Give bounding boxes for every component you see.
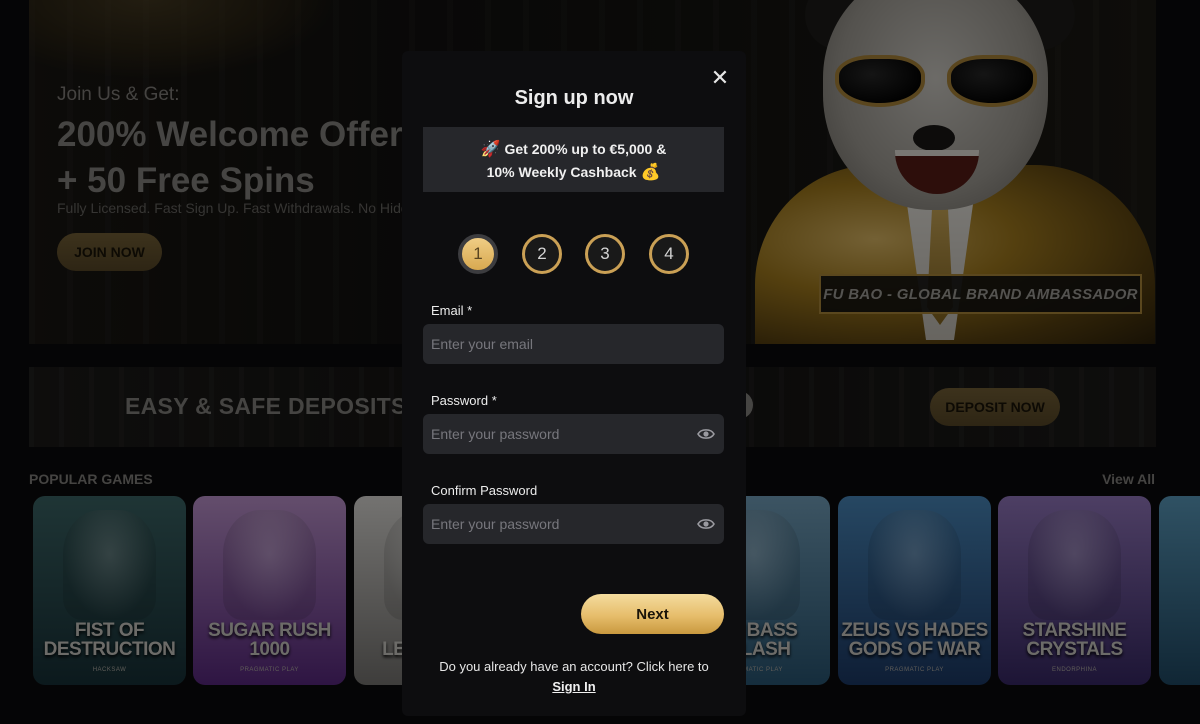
step-indicator: 1 2 3 4 [458, 234, 690, 274]
password-field-container [423, 414, 724, 454]
confirm-password-label: Confirm Password [431, 483, 538, 498]
promo-banner: 🚀 Get 200% up to €5,000 & 10% Weekly Cas… [423, 127, 724, 192]
email-field-container [423, 324, 724, 364]
step-3: 3 [585, 234, 625, 274]
step-2: 2 [522, 234, 562, 274]
close-icon[interactable]: ✕ [709, 67, 731, 89]
eye-icon[interactable] [697, 427, 715, 441]
eye-icon[interactable] [697, 517, 715, 531]
email-label: Email * [431, 303, 473, 318]
email-field[interactable] [423, 324, 724, 364]
account-prompt: Do you already have an account? Click he… [439, 659, 709, 674]
step-4: 4 [649, 234, 689, 274]
confirm-password-field[interactable] [423, 504, 724, 544]
promo-text-1: Get 200% up to €5,000 & [504, 141, 667, 157]
promo-text-2: 10% Weekly Cashback [486, 164, 637, 180]
step-1: 1 [458, 234, 498, 274]
casino-page: Join Us & Get: 200% Welcome Offer + 50 F… [0, 0, 1200, 724]
modal-title: Sign up now [514, 87, 634, 109]
promo-line-2: 10% Weekly Cashback 💰 [423, 161, 724, 184]
money-bag-icon: 💰 [640, 164, 661, 181]
password-label: Password * [431, 393, 497, 408]
rocket-icon: 🚀 [480, 141, 501, 158]
sign-in-link[interactable]: Sign In [402, 679, 746, 694]
confirm-password-field-container [423, 504, 724, 544]
next-button[interactable]: Next [581, 594, 724, 634]
signup-modal: ✕ Sign up now 🚀 Get 200% up to €5,000 & … [402, 51, 746, 716]
promo-line-1: 🚀 Get 200% up to €5,000 & [423, 138, 724, 161]
password-field[interactable] [423, 414, 724, 454]
